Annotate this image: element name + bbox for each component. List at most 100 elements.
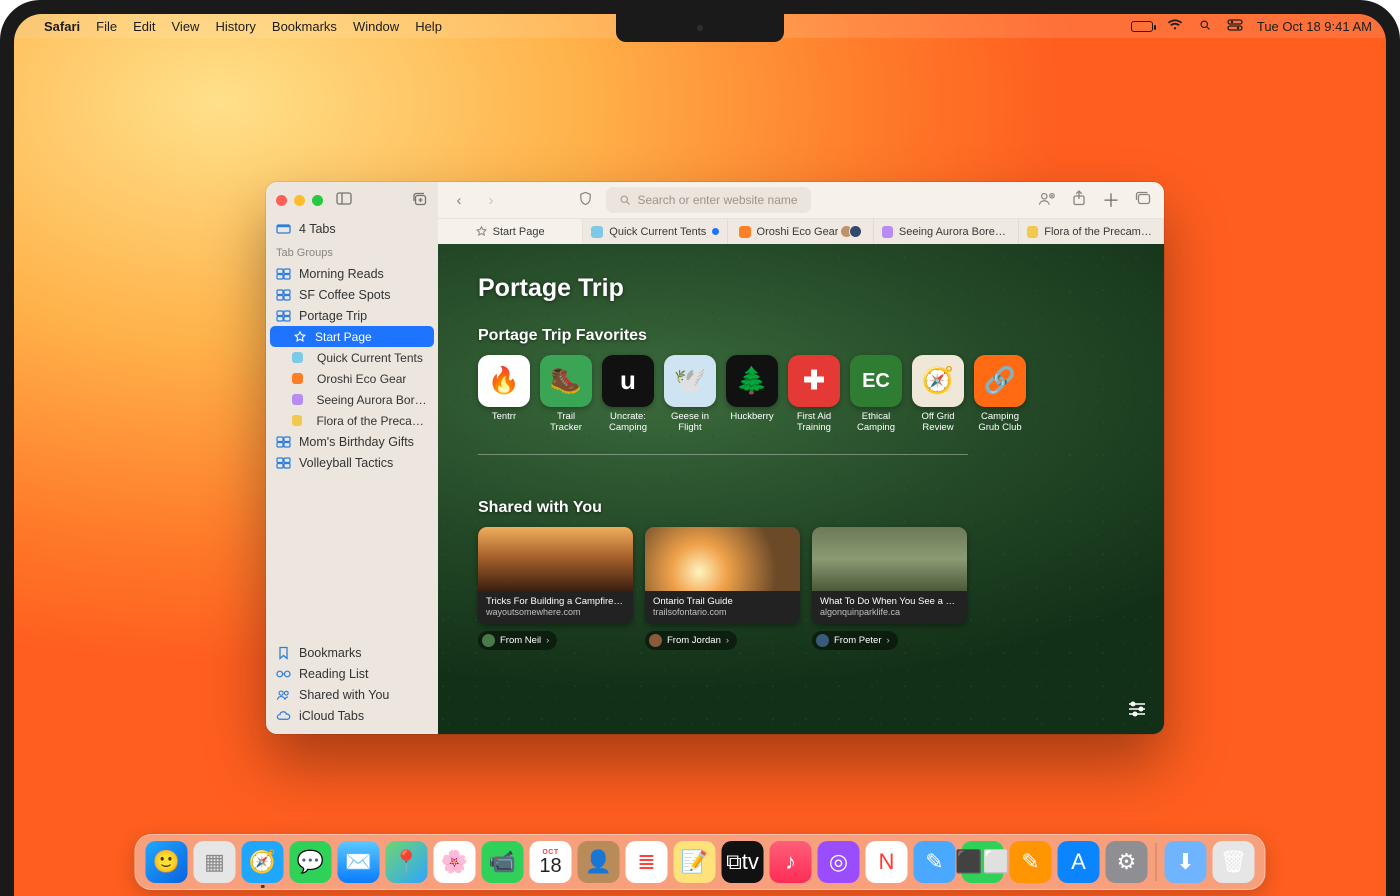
- favorite-item[interactable]: 🌲Huckberry: [726, 355, 778, 434]
- tab-group-portage-trip[interactable]: Portage Trip: [266, 305, 438, 326]
- tab-group-label: Mom's Birthday Gifts: [299, 435, 414, 449]
- tab-group-mom-s-birthday-gifts[interactable]: Mom's Birthday Gifts: [266, 431, 438, 452]
- sidebar-bookmarks[interactable]: Bookmarks: [266, 642, 438, 663]
- shared-from-pill[interactable]: From Jordan›: [645, 631, 737, 650]
- start-page-title: Portage Trip: [478, 274, 1124, 303]
- tab-group-sf-coffee-spots[interactable]: SF Coffee Spots: [266, 284, 438, 305]
- dock-tv[interactable]: ⧉tv: [722, 841, 764, 883]
- tab-overview-icon[interactable]: [1132, 191, 1154, 209]
- new-tab-button[interactable]: ＋: [1100, 187, 1122, 213]
- tab-group-item[interactable]: Start Page: [270, 326, 434, 347]
- dock-messages[interactable]: 💬: [290, 841, 332, 883]
- traffic-close[interactable]: [276, 195, 287, 206]
- sidebar-shared-with-you[interactable]: Shared with You: [266, 684, 438, 705]
- favorite-item[interactable]: 🥾Trail Tracker: [540, 355, 592, 434]
- dock-reminders[interactable]: ≣: [626, 841, 668, 883]
- favorite-label: Camping Grub Club: [974, 412, 1026, 434]
- dock-music[interactable]: ♪: [770, 841, 812, 883]
- shared-card[interactable]: Tricks For Building a Campfire—F…wayouts…: [478, 527, 633, 624]
- dock-calendar[interactable]: OCT18: [530, 841, 572, 883]
- start-page: Portage Trip Portage Trip Favorites 🔥Ten…: [438, 244, 1164, 734]
- tab-label: Quick Current Tents: [609, 226, 706, 238]
- dock-launchpad[interactable]: ▦: [194, 841, 236, 883]
- back-button[interactable]: ‹: [448, 192, 470, 209]
- app-menu[interactable]: Safari: [44, 19, 80, 34]
- dock-pages[interactable]: ✎: [1010, 841, 1052, 883]
- tab[interactable]: Flora of the Precambi…: [1019, 219, 1164, 244]
- tab[interactable]: Seeing Aurora Boreali…: [874, 219, 1019, 244]
- sidebar-icloud-tabs[interactable]: iCloud Tabs: [266, 705, 438, 726]
- favorite-label: Ethical Camping: [850, 412, 902, 434]
- sidebar-tabs-count[interactable]: 4 Tabs: [266, 218, 438, 239]
- dock-facetime[interactable]: 📹: [482, 841, 524, 883]
- menu-window[interactable]: Window: [353, 19, 399, 34]
- dock-freeform[interactable]: ✎: [914, 841, 956, 883]
- dock-maps[interactable]: 📍: [386, 841, 428, 883]
- privacy-report-icon[interactable]: [574, 191, 596, 210]
- menu-file[interactable]: File: [96, 19, 117, 34]
- dock-safari[interactable]: 🧭: [242, 841, 284, 883]
- tab-group-item[interactable]: Flora of the Precam…: [266, 410, 438, 431]
- forward-button[interactable]: ›: [480, 192, 502, 209]
- control-center-icon[interactable]: [1227, 19, 1243, 34]
- traffic-zoom[interactable]: [312, 195, 323, 206]
- tab-group-morning-reads[interactable]: Morning Reads: [266, 263, 438, 284]
- sidebar-toggle-icon[interactable]: [336, 192, 352, 208]
- tab-group-volleyball-tactics[interactable]: Volleyball Tactics: [266, 452, 438, 473]
- favorite-item[interactable]: ✚First Aid Training: [788, 355, 840, 434]
- menu-help[interactable]: Help: [415, 19, 442, 34]
- favorite-item[interactable]: 🔥Tentrr: [478, 355, 530, 434]
- shared-from-pill[interactable]: From Peter›: [812, 631, 898, 650]
- safari-main: ‹ › Search or enter website name: [438, 182, 1164, 734]
- cloud-icon: [276, 710, 291, 721]
- sidebar-reading-list[interactable]: Reading List: [266, 663, 438, 684]
- dock-downloads[interactable]: ⬇︎: [1165, 841, 1207, 883]
- menu-history[interactable]: History: [215, 19, 255, 34]
- dock-numbers[interactable]: ⬛⬜: [962, 841, 1004, 883]
- tab-strip: Start Page Quick Current Tents Oroshi Eco …: [438, 218, 1164, 244]
- spotlight-icon[interactable]: [1197, 19, 1213, 34]
- tab-group-icon: [276, 268, 291, 280]
- tab-group-item-label: Seeing Aurora Bore…: [317, 393, 429, 407]
- tab-group-item[interactable]: Quick Current Tents: [266, 347, 438, 368]
- shared-card[interactable]: What To Do When You See a Moo…algonquinp…: [812, 527, 967, 624]
- dock-settings[interactable]: ⚙︎: [1106, 841, 1148, 883]
- menubar-clock[interactable]: Tue Oct 18 9:41 AM: [1257, 19, 1372, 34]
- favorite-item[interactable]: uUncrate: Camping: [602, 355, 654, 434]
- favorite-item[interactable]: 🔗Camping Grub Club: [974, 355, 1026, 434]
- menu-edit[interactable]: Edit: [133, 19, 155, 34]
- traffic-minimize[interactable]: [294, 195, 305, 206]
- tab[interactable]: Quick Current Tents: [583, 219, 728, 244]
- avatar: [816, 634, 829, 647]
- battery-icon[interactable]: [1131, 21, 1153, 32]
- customize-start-page-icon[interactable]: [1126, 698, 1148, 720]
- dock-finder[interactable]: 🙂: [146, 841, 188, 883]
- menu-view[interactable]: View: [172, 19, 200, 34]
- tab-group-item[interactable]: Oroshi Eco Gear: [266, 368, 438, 389]
- safari-sidebar: 4 Tabs Tab Groups Morning ReadsSF Coffee…: [266, 182, 438, 734]
- address-bar[interactable]: Search or enter website name: [606, 187, 811, 213]
- shared-card[interactable]: Ontario Trail Guidetrailsofontario.com: [645, 527, 800, 624]
- favorite-item[interactable]: 🧭Off Grid Review: [912, 355, 964, 434]
- new-tab-group-icon[interactable]: [412, 192, 428, 209]
- favorite-item[interactable]: 🕊️Geese in Flight: [664, 355, 716, 434]
- wifi-icon[interactable]: [1167, 19, 1183, 34]
- dock-mail[interactable]: ✉️: [338, 841, 380, 883]
- tab[interactable]: Start Page: [438, 219, 583, 244]
- collaborate-icon[interactable]: [1036, 191, 1058, 210]
- tab[interactable]: Oroshi Eco Gear: [728, 219, 873, 244]
- tab-group-item[interactable]: Seeing Aurora Bore…: [266, 389, 438, 410]
- dock-notes[interactable]: 📝: [674, 841, 716, 883]
- share-icon[interactable]: [1068, 190, 1090, 210]
- dock-news[interactable]: N: [866, 841, 908, 883]
- dock-trash[interactable]: 🗑: [1213, 841, 1255, 883]
- dock-contacts[interactable]: 👤: [578, 841, 620, 883]
- shared-from-pill[interactable]: From Neil›: [478, 631, 557, 650]
- shared-item-col: Ontario Trail Guidetrailsofontario.com Fr…: [645, 527, 800, 652]
- favorite-label: Huckberry: [726, 412, 778, 423]
- dock-podcasts[interactable]: ◎: [818, 841, 860, 883]
- favorite-item[interactable]: ECEthical Camping: [850, 355, 902, 434]
- dock-photos[interactable]: 🌸: [434, 841, 476, 883]
- dock-appstore[interactable]: A: [1058, 841, 1100, 883]
- menu-bookmarks[interactable]: Bookmarks: [272, 19, 337, 34]
